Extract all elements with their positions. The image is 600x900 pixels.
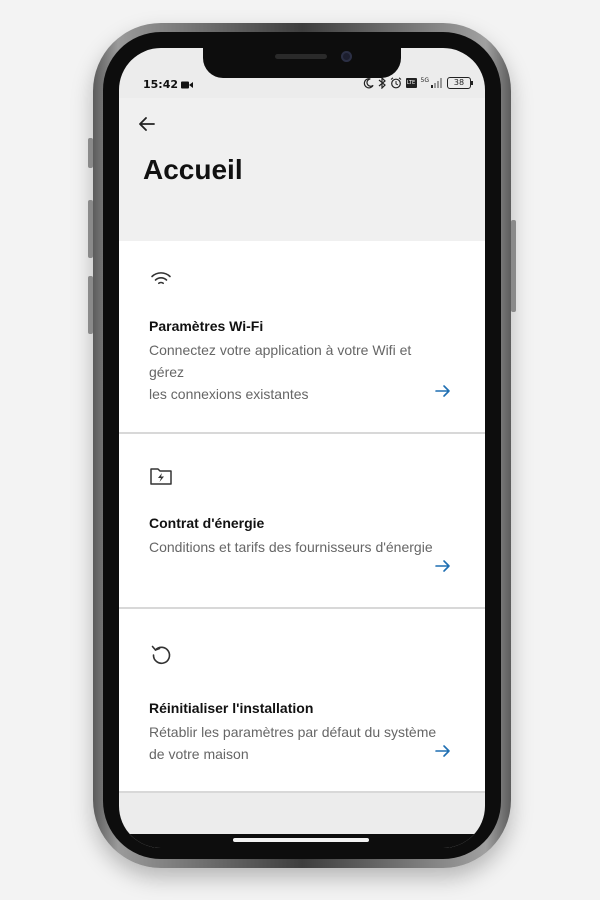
volume-up-button xyxy=(88,200,93,258)
arrow-right-icon xyxy=(435,560,450,572)
phone-screen: 15:42 LTE 5G 38 Accueil Paramètres Wi-Fi… xyxy=(119,48,485,848)
network-type-label: 5G xyxy=(420,77,429,84)
arrow-left-icon xyxy=(139,117,155,131)
energy-contract-card[interactable]: Contrat d'énergie Conditions et tarifs d… xyxy=(119,434,485,609)
status-clock: 15:42 xyxy=(143,78,194,91)
back-button[interactable] xyxy=(135,112,159,136)
settings-list: Paramètres Wi-Fi Connectez votre applica… xyxy=(119,241,485,793)
card-title: Paramètres Wi-Fi xyxy=(149,318,264,334)
energy-contract-icon xyxy=(150,468,172,485)
reset-icon xyxy=(151,645,171,665)
card-description: Conditions et tarifs des fournisseurs d'… xyxy=(149,539,433,555)
card-title: Réinitialiser l'installation xyxy=(149,700,314,716)
card-description: Rétablir les paramètres par défaut du sy… xyxy=(149,724,437,762)
signal-bars-icon xyxy=(431,78,442,88)
home-indicator[interactable] xyxy=(233,838,369,842)
battery-level: 38 xyxy=(453,78,465,87)
page-title: Accueil xyxy=(143,154,243,185)
status-time: 15:42 xyxy=(143,78,179,91)
card-description: Connectez votre application à votre Wifi… xyxy=(149,342,412,402)
status-icons: LTE 5G 38 xyxy=(363,77,473,89)
wifi-settings-card[interactable]: Paramètres Wi-Fi Connectez votre applica… xyxy=(119,241,485,434)
front-camera xyxy=(341,51,352,62)
arrow-right-icon xyxy=(435,745,450,757)
bottom-bezel xyxy=(119,834,485,848)
alarm-icon xyxy=(390,77,401,89)
battery-icon: 38 xyxy=(447,77,473,89)
signal-indicator: 5G xyxy=(421,78,443,88)
wifi-icon xyxy=(151,272,171,285)
power-button xyxy=(511,220,516,312)
bluetooth-icon xyxy=(378,77,386,89)
page-header: Accueil xyxy=(119,98,485,241)
mute-switch xyxy=(88,138,93,168)
video-camera-icon xyxy=(181,81,194,88)
do-not-disturb-moon-icon xyxy=(363,77,374,88)
reset-installation-card[interactable]: Réinitialiser l'installation Rétablir le… xyxy=(119,609,485,793)
notch xyxy=(203,48,401,78)
lte-badge: LTE xyxy=(405,78,417,88)
card-title: Contrat d'énergie xyxy=(149,515,265,531)
arrow-right-icon xyxy=(435,385,450,397)
volume-down-button xyxy=(88,276,93,334)
earpiece-speaker xyxy=(275,54,327,59)
